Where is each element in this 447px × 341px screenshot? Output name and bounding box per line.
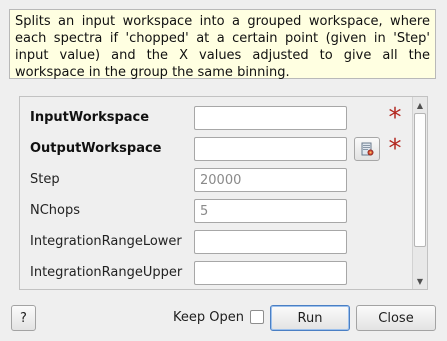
outputworkspace-field[interactable] — [194, 137, 347, 161]
property-label-step: Step — [30, 172, 60, 187]
nchops-field[interactable]: 5 — [194, 199, 347, 223]
property-row-outputworkspace: OutputWorkspace * — [20, 136, 410, 162]
algorithm-description: Splits an input workspace into a grouped… — [9, 9, 436, 80]
mandatory-star-icon: * — [388, 134, 402, 164]
workspace-browse-button[interactable] — [354, 137, 380, 161]
property-row-inputworkspace: InputWorkspace * — [20, 105, 410, 131]
mandatory-star-icon: * — [388, 103, 402, 133]
property-label-inputworkspace: InputWorkspace — [30, 110, 150, 125]
properties-panel: InputWorkspace * OutputWorkspace * Step … — [19, 96, 428, 290]
workspace-browse-icon — [361, 142, 374, 156]
integrationrangelower-field[interactable] — [194, 230, 347, 254]
scroll-down-arrow-icon[interactable]: ▼ — [413, 274, 427, 288]
keep-open-label: Keep Open — [173, 310, 244, 325]
property-row-integrationrangelower: IntegrationRangeLower — [20, 229, 410, 255]
help-button[interactable]: ? — [11, 305, 36, 331]
run-button[interactable]: Run — [270, 305, 350, 331]
scroll-up-arrow-icon[interactable]: ▲ — [413, 98, 427, 112]
property-row-integrationrangeupper: IntegrationRangeUpper — [20, 260, 410, 286]
property-label-nchops: NChops — [30, 203, 81, 218]
property-row-step: Step 20000 — [20, 167, 410, 193]
scrollbar-thumb[interactable] — [414, 113, 426, 247]
property-row-nchops: NChops 5 — [20, 198, 410, 224]
integrationrangeupper-field[interactable] — [194, 261, 347, 285]
step-field[interactable]: 20000 — [194, 168, 347, 192]
inputworkspace-field[interactable] — [194, 106, 347, 130]
close-button[interactable]: Close — [356, 305, 436, 331]
keep-open-checkbox[interactable] — [250, 310, 264, 324]
property-label-outputworkspace: OutputWorkspace — [30, 141, 162, 156]
property-label-integrationrangeupper: IntegrationRangeUpper — [30, 265, 183, 280]
property-label-integrationrangelower: IntegrationRangeLower — [30, 234, 182, 249]
vertical-scrollbar[interactable]: ▲ ▼ — [412, 97, 427, 289]
